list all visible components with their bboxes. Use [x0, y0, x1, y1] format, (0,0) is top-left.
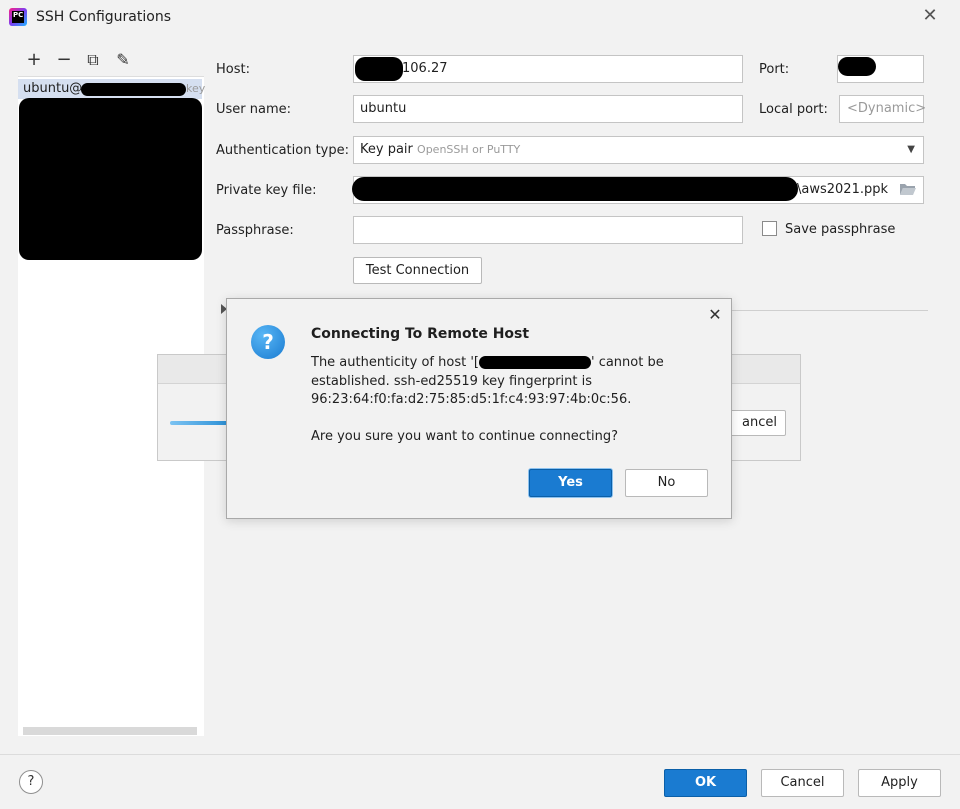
- yes-button[interactable]: Yes: [529, 469, 612, 497]
- dialog-fingerprint: 96:23:64:f0:fa:d2:75:85:d5:1f:c4:93:97:4…: [311, 392, 632, 407]
- config-item-suffix: key: [186, 82, 206, 95]
- config-toolbar: + − ⧉ ✎: [20, 48, 204, 74]
- help-icon[interactable]: ?: [19, 770, 43, 794]
- dialog-message-line-1: The authenticity of host '[ ' cannot be: [311, 355, 664, 370]
- local-port-input[interactable]: <Dynamic>: [839, 95, 926, 123]
- redacted-port: [838, 57, 876, 76]
- redacted-host-ip: [478, 356, 591, 369]
- port-label: Port:: [759, 62, 790, 77]
- redacted-host-prefix: [355, 57, 403, 81]
- chevron-down-icon: ▼: [907, 144, 915, 155]
- config-list-item[interactable]: ubuntu@ key: [18, 79, 206, 99]
- host-input[interactable]: 106.27: [353, 55, 743, 83]
- remove-icon[interactable]: −: [53, 48, 75, 72]
- close-icon[interactable]: ✕: [705, 305, 725, 325]
- save-passphrase-checkbox[interactable]: [762, 221, 777, 236]
- add-icon[interactable]: +: [23, 48, 45, 72]
- username-label: User name:: [216, 102, 292, 117]
- ok-button[interactable]: OK: [664, 769, 747, 797]
- passphrase-input[interactable]: [353, 216, 743, 244]
- config-item-label: ubuntu@: [23, 81, 83, 96]
- horizontal-scrollbar[interactable]: [23, 727, 197, 735]
- edit-icon[interactable]: ✎: [112, 48, 134, 72]
- confirm-dialog: ✕ ? Connecting To Remote Host The authen…: [226, 298, 732, 519]
- local-port-label: Local port:: [759, 102, 828, 117]
- copy-icon[interactable]: ⧉: [82, 48, 104, 72]
- progress-bar: [170, 421, 230, 425]
- app-logo-icon: PC: [9, 8, 27, 26]
- question-icon: ?: [251, 325, 285, 359]
- dialog-message-line-2: established. ssh-ed25519 key fingerprint…: [311, 374, 593, 389]
- auth-type-hint: OpenSSH or PuTTY: [417, 143, 521, 156]
- title-bar: PC SSH Configurations ✕: [0, 0, 960, 36]
- window-title: SSH Configurations: [36, 9, 171, 25]
- passphrase-label: Passphrase:: [216, 223, 294, 238]
- cancel-button[interactable]: Cancel: [761, 769, 844, 797]
- auth-type-label: Authentication type:: [216, 143, 349, 158]
- redacted-host: [81, 83, 186, 96]
- footer-separator: [0, 754, 960, 755]
- test-connection-button[interactable]: Test Connection: [353, 257, 482, 284]
- redacted-key-path: [352, 177, 798, 201]
- save-passphrase-label: Save passphrase: [785, 222, 896, 237]
- username-input[interactable]: ubuntu: [353, 95, 743, 123]
- private-key-label: Private key file:: [216, 183, 317, 198]
- apply-button[interactable]: Apply: [858, 769, 941, 797]
- folder-open-icon[interactable]: [899, 182, 917, 196]
- auth-type-value: Key pair: [360, 142, 413, 157]
- window-close-button[interactable]: ✕: [918, 4, 942, 28]
- message-prefix: The authenticity of host '[: [311, 355, 479, 370]
- redacted-block: [19, 98, 202, 260]
- auth-type-select[interactable]: Key pair OpenSSH or PuTTY ▼: [353, 136, 924, 164]
- no-button[interactable]: No: [625, 469, 708, 497]
- host-label: Host:: [216, 62, 250, 77]
- message-suffix: ' cannot be: [590, 355, 664, 370]
- dialog-question: Are you sure you want to continue connec…: [311, 429, 619, 444]
- dialog-title: Connecting To Remote Host: [311, 326, 530, 342]
